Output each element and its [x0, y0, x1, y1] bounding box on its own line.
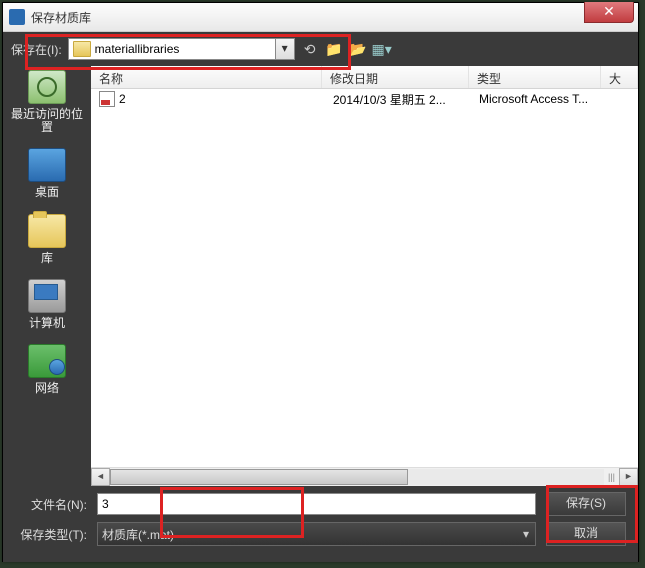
list-item[interactable]: 2 2014/10/3 星期五 2... Microsoft Access T.… [91, 89, 638, 109]
filename-input[interactable] [97, 493, 536, 515]
place-label: 桌面 [35, 186, 59, 199]
file-icon [99, 91, 115, 107]
folder-icon [73, 41, 91, 57]
file-list-pane: 名称 修改日期 类型 大 2 2014/10/3 星期五 2... Micros… [91, 66, 638, 486]
place-desktop[interactable]: 桌面 [7, 148, 87, 199]
filetype-row: 保存类型(T): 材质库(*.mat) 取消 [15, 522, 626, 546]
place-label: 库 [41, 252, 53, 265]
save-in-label: 保存在(I): [11, 41, 62, 58]
window-controls: ✕ [584, 2, 634, 23]
place-network[interactable]: 网络 [7, 344, 87, 395]
horizontal-scrollbar[interactable]: ◄ ||| ► [91, 467, 638, 486]
titlebar[interactable]: 保存材质库 ✕ [3, 3, 638, 32]
save-button[interactable]: 保存(S) [546, 492, 626, 516]
location-dropdown[interactable]: materiallibraries ▾ [68, 38, 295, 60]
col-type[interactable]: 类型 [469, 66, 601, 88]
place-recent[interactable]: 最近访问的位置 [7, 70, 87, 134]
file-type-cell: Microsoft Access T... [471, 90, 602, 108]
filetype-label: 保存类型(T): [15, 526, 87, 543]
save-dialog: 保存材质库 ✕ 保存在(I): materiallibraries ▾ ⟲ 📁 … [2, 2, 639, 562]
file-name-cell: 2 [91, 89, 325, 109]
place-label: 网络 [35, 382, 59, 395]
libraries-icon [28, 214, 66, 248]
chevron-down-icon[interactable]: ▾ [275, 39, 294, 59]
place-label: 计算机 [29, 317, 65, 330]
place-label: 最近访问的位置 [7, 108, 87, 134]
places-bar: 最近访问的位置 桌面 库 计算机 网络 [3, 66, 91, 486]
bottom-panel: 文件名(N): 保存(S) 保存类型(T): 材质库(*.mat) 取消 [3, 486, 638, 562]
desktop-icon [28, 148, 66, 182]
place-computer[interactable]: 计算机 [7, 279, 87, 330]
view-menu-icon[interactable]: ▦▾ [373, 40, 391, 58]
main-area: 最近访问的位置 桌面 库 计算机 网络 [3, 66, 638, 486]
scroll-grip: ||| [608, 472, 615, 482]
cancel-button[interactable]: 取消 [546, 522, 626, 546]
new-folder-icon[interactable]: 📂 [349, 40, 367, 58]
col-size[interactable]: 大 [601, 66, 638, 88]
recent-icon [28, 70, 66, 104]
file-date-cell: 2014/10/3 星期五 2... [325, 89, 471, 110]
scroll-right-button[interactable]: ► [619, 468, 638, 486]
file-size-cell [602, 97, 638, 101]
filename-label: 文件名(N): [15, 496, 87, 513]
file-list[interactable]: 2 2014/10/3 星期五 2... Microsoft Access T.… [91, 89, 638, 467]
scroll-left-button[interactable]: ◄ [91, 468, 110, 486]
toolbar: 保存在(I): materiallibraries ▾ ⟲ 📁 📂 ▦▾ [3, 32, 638, 66]
location-text: materiallibraries [95, 42, 275, 56]
place-libraries[interactable]: 库 [7, 214, 87, 265]
filetype-select[interactable]: 材质库(*.mat) [97, 522, 536, 546]
col-date[interactable]: 修改日期 [322, 66, 469, 88]
computer-icon [28, 279, 66, 313]
column-headers: 名称 修改日期 类型 大 [91, 66, 638, 89]
filename-row: 文件名(N): 保存(S) [15, 492, 626, 516]
network-icon [28, 344, 66, 378]
col-name[interactable]: 名称 [91, 66, 322, 88]
scroll-thumb[interactable] [110, 469, 408, 485]
window-title: 保存材质库 [31, 9, 91, 26]
scroll-track[interactable] [110, 469, 604, 485]
back-icon[interactable]: ⟲ [301, 40, 319, 58]
close-button[interactable]: ✕ [584, 2, 634, 23]
filetype-value: 材质库(*.mat) [102, 526, 174, 543]
app-icon [9, 9, 25, 25]
dialog-content: 保存在(I): materiallibraries ▾ ⟲ 📁 📂 ▦▾ 最近访… [3, 32, 638, 562]
up-folder-icon[interactable]: 📁 [325, 40, 343, 58]
file-name: 2 [119, 92, 126, 106]
